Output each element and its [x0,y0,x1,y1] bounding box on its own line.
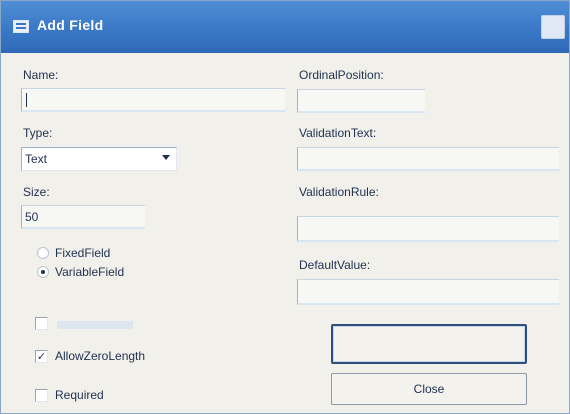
ordinal-position-field[interactable] [297,89,425,113]
default-value-label: DefaultValue: [299,258,371,272]
chevron-down-icon[interactable] [162,155,170,160]
required-checkbox[interactable] [35,389,48,402]
size-field-value: 50 [25,210,39,224]
name-label: Name: [23,68,59,82]
required-label: Required [55,388,104,402]
ok-button[interactable] [331,324,527,364]
title-bar-control-button[interactable] [541,15,565,39]
variable-field-label: VariableField [55,265,125,279]
window-app-icon [13,20,29,33]
variable-field-radio[interactable] [37,266,49,278]
fixed-field-radio[interactable] [37,247,49,259]
validation-text-field[interactable] [297,147,559,171]
allow-zero-length-checkbox[interactable]: ✓ [35,350,48,363]
size-field[interactable]: 50 [21,205,145,229]
disabled-checkbox-label [57,321,133,329]
type-selected-value: Text [25,152,48,166]
add-field-dialog: Add Field Name: Type: Text Size: 50 Fixe… [0,0,570,414]
name-field[interactable] [21,88,285,112]
allow-zero-length-label: AllowZeroLength [55,349,146,363]
validation-rule-field[interactable] [297,216,559,242]
window-title: Add Field [37,17,104,33]
size-label: Size: [23,185,50,199]
default-value-field[interactable] [297,279,559,305]
close-button-label: Close [413,382,445,396]
validation-rule-label: ValidationRule: [299,185,379,199]
fixed-field-label: FixedField [55,246,111,260]
validation-text-label: ValidationText: [299,126,377,140]
type-select[interactable]: Text [21,147,177,171]
type-label: Type: [23,126,53,140]
ordinal-position-label: OrdinalPosition: [299,68,384,82]
close-button[interactable]: Close [331,373,527,405]
title-bar: Add Field [1,1,569,53]
text-caret [26,93,27,107]
disabled-checkbox[interactable] [35,317,48,330]
